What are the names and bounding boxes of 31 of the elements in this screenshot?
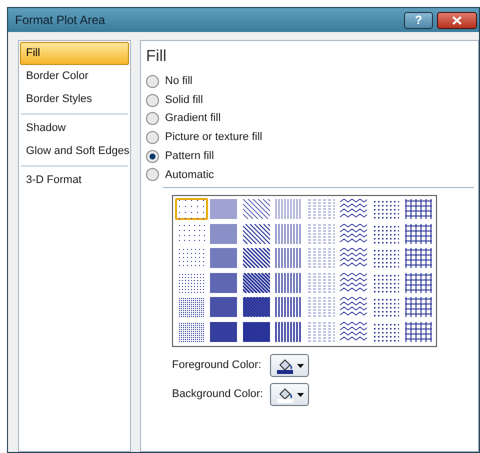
category-item[interactable]: Glow and Soft Edges (20, 140, 129, 163)
option-label: Automatic (165, 168, 214, 183)
category-item[interactable]: Shadow (20, 117, 129, 140)
option-label: Solid fill (165, 92, 203, 108)
paint-bucket-icon (276, 386, 294, 403)
paint-bucket-icon (276, 358, 294, 374)
option-label: Gradient fill (165, 111, 221, 126)
color-label: Background Color: (172, 387, 264, 402)
close-button[interactable] (437, 12, 477, 28)
radio-button[interactable] (146, 112, 159, 126)
window-title: Format Plot Area (15, 12, 106, 29)
option-label: No fill (165, 74, 193, 90)
radio-button[interactable] (146, 74, 159, 88)
caret-icon (296, 392, 304, 397)
color-picker-button[interactable] (270, 354, 309, 378)
category-item[interactable]: 3-D Format (20, 169, 129, 192)
radio-button[interactable] (146, 130, 159, 144)
radio-button[interactable] (146, 150, 159, 163)
radio-button[interactable] (146, 168, 159, 182)
caret-icon (296, 364, 304, 368)
category-item[interactable]: Border Color (20, 65, 129, 88)
radio-button[interactable] (146, 94, 159, 107)
panel-heading: Fill (146, 47, 168, 67)
pattern-swatch[interactable] (175, 198, 208, 220)
close-icon (452, 16, 462, 24)
option-label: Picture or texture fill (165, 130, 262, 146)
color-picker-button[interactable] (270, 383, 309, 406)
color-label: Foreground Color: (172, 358, 262, 374)
category-item[interactable]: Border Styles (20, 88, 129, 111)
option-label: Pattern fill (165, 148, 214, 164)
category-item[interactable]: Fill (20, 42, 129, 65)
